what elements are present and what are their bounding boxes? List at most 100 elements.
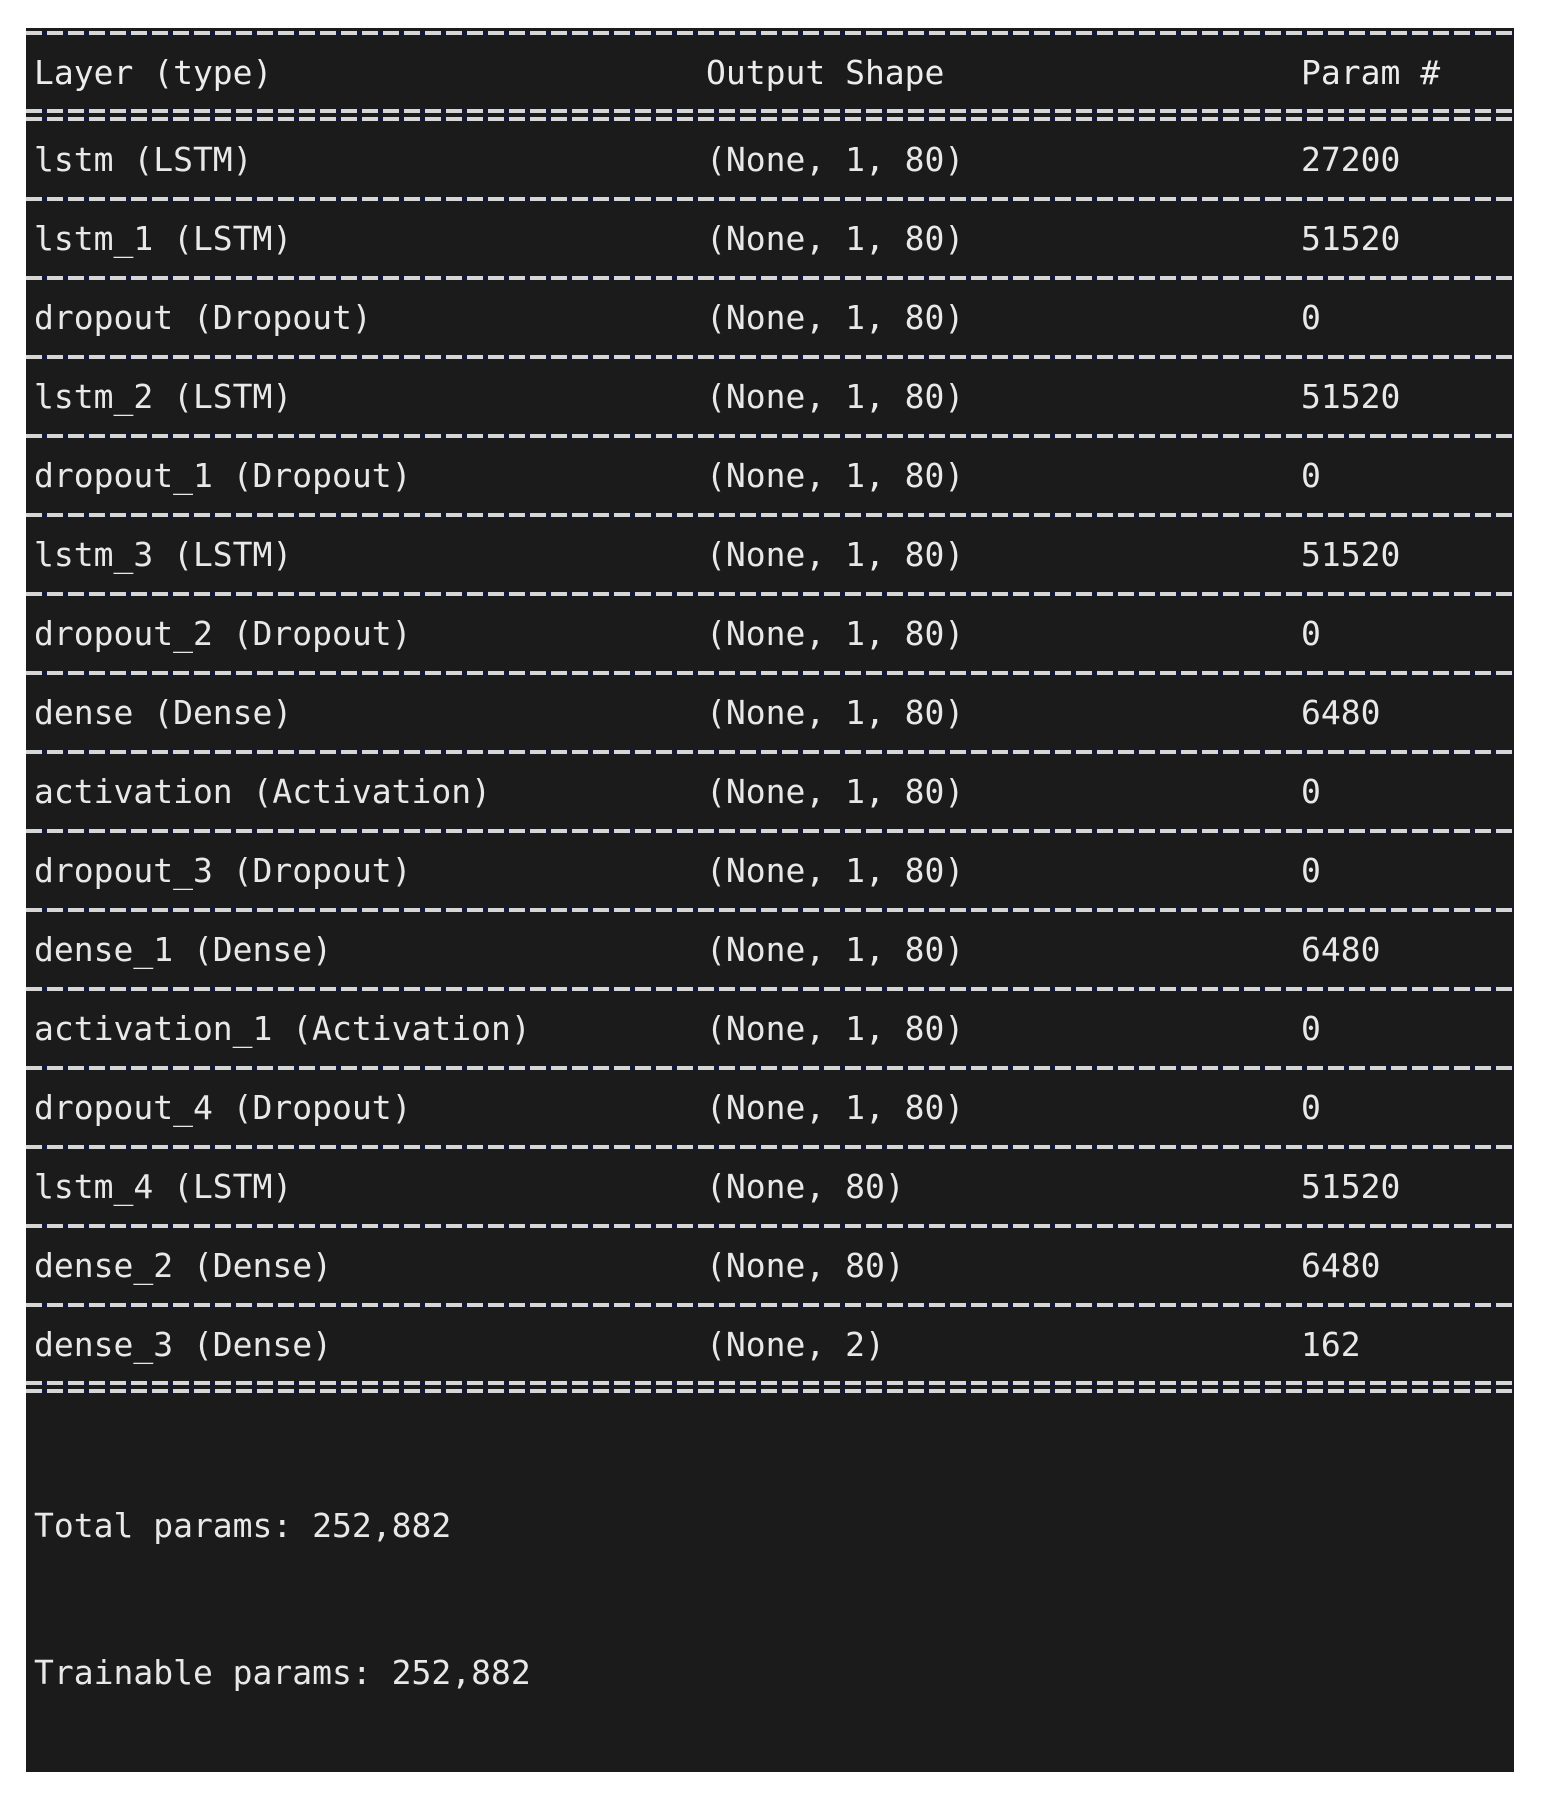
rule-segment bbox=[26, 109, 1513, 113]
cell-param-count: 51520 bbox=[1301, 1167, 1401, 1206]
rule-row-separator bbox=[26, 431, 1514, 441]
cell-output-shape: (None, 1, 80) bbox=[706, 614, 965, 653]
rule-segment bbox=[26, 1145, 1513, 1149]
cell-layer-type: dense_2 (Dense) bbox=[34, 1246, 333, 1285]
rule-row-separator bbox=[26, 1063, 1514, 1073]
rule-segment bbox=[26, 829, 1513, 833]
rule-segment bbox=[26, 197, 1513, 201]
cell-layer-type: dropout_3 (Dropout) bbox=[34, 851, 412, 890]
table-row: dropout_1 (Dropout) (None, 1, 80) 0 bbox=[26, 441, 1514, 510]
cell-layer-type: activation (Activation) bbox=[34, 772, 491, 811]
cell-layer-type: dense_1 (Dense) bbox=[34, 930, 333, 969]
rule-segment bbox=[26, 592, 1513, 596]
rule-segment bbox=[26, 1381, 1513, 1385]
cell-output-shape: (None, 80) bbox=[706, 1246, 905, 1285]
cell-output-shape: (None, 1, 80) bbox=[706, 298, 965, 337]
cell-output-shape: (None, 1, 80) bbox=[706, 1009, 965, 1048]
table-row: activation_1 (Activation) (None, 1, 80) 0 bbox=[26, 994, 1514, 1063]
cell-output-shape: (None, 2) bbox=[706, 1325, 885, 1364]
rule-segment bbox=[26, 276, 1513, 280]
table-row: lstm_1 (LSTM) (None, 1, 80) 51520 bbox=[26, 204, 1514, 273]
table-row: dense (Dense) (None, 1, 80) 6480 bbox=[26, 678, 1514, 747]
rule-segment bbox=[26, 1389, 1513, 1393]
cell-param-count: 51520 bbox=[1301, 219, 1401, 258]
rule-row-separator bbox=[26, 1142, 1514, 1152]
cell-param-count: 162 bbox=[1301, 1325, 1361, 1364]
rule-segment bbox=[26, 31, 1513, 35]
rule-row-separator bbox=[26, 668, 1514, 678]
column-header-layer: Layer (type) bbox=[34, 53, 273, 92]
table-row: dropout_2 (Dropout) (None, 1, 80) 0 bbox=[26, 599, 1514, 668]
column-header-param: Param # bbox=[1301, 53, 1441, 92]
table-row: lstm_3 (LSTM) (None, 1, 80) 51520 bbox=[26, 520, 1514, 589]
table-row: dense_2 (Dense) (None, 80) 6480 bbox=[26, 1231, 1514, 1300]
cell-output-shape: (None, 1, 80) bbox=[706, 219, 965, 258]
rule-segment bbox=[26, 908, 1513, 912]
rule-segment bbox=[26, 117, 1513, 121]
rule-header-separator bbox=[26, 107, 1514, 125]
rule-segment bbox=[26, 1303, 1513, 1307]
cell-param-count: 27200 bbox=[1301, 140, 1401, 179]
column-header-output-shape: Output Shape bbox=[706, 53, 945, 92]
cell-layer-type: dense (Dense) bbox=[34, 693, 293, 732]
rule-row-separator bbox=[26, 905, 1514, 915]
rule-row-separator bbox=[26, 510, 1514, 520]
terminal-output-panel: Layer (type) Output Shape Param # lstm (… bbox=[26, 28, 1514, 1772]
table-row: lstm_2 (LSTM) (None, 1, 80) 51520 bbox=[26, 362, 1514, 431]
rule-row-separator bbox=[26, 194, 1514, 204]
cell-param-count: 6480 bbox=[1301, 693, 1381, 732]
rule-segment bbox=[26, 434, 1513, 438]
cell-output-shape: (None, 1, 80) bbox=[706, 930, 965, 969]
cell-param-count: 0 bbox=[1301, 614, 1321, 653]
cell-layer-type: lstm_4 (LSTM) bbox=[34, 1167, 293, 1206]
cell-output-shape: (None, 1, 80) bbox=[706, 535, 965, 574]
rule-segment bbox=[26, 1224, 1513, 1228]
cell-param-count: 0 bbox=[1301, 1088, 1321, 1127]
rule-row-separator bbox=[26, 747, 1514, 757]
cell-layer-type: activation_1 (Activation) bbox=[34, 1009, 531, 1048]
trainable-params-line: Trainable params: 252,882 bbox=[34, 1653, 531, 1692]
cell-layer-type: dense_3 (Dense) bbox=[34, 1325, 333, 1364]
table-body: lstm (LSTM) (None, 1, 80) 27200 lstm_1 (LST… bbox=[26, 125, 1514, 1379]
cell-layer-type: dropout_2 (Dropout) bbox=[34, 614, 412, 653]
cell-param-count: 51520 bbox=[1301, 535, 1401, 574]
cell-output-shape: (None, 1, 80) bbox=[706, 693, 965, 732]
cell-output-shape: (None, 1, 80) bbox=[706, 140, 965, 179]
cell-param-count: 6480 bbox=[1301, 930, 1381, 969]
cell-param-count: 0 bbox=[1301, 772, 1321, 811]
cell-param-count: 6480 bbox=[1301, 1246, 1381, 1285]
table-row: dense_1 (Dense) (None, 1, 80) 6480 bbox=[26, 915, 1514, 984]
table-row: dropout_3 (Dropout) (None, 1, 80) 0 bbox=[26, 836, 1514, 905]
cell-layer-type: lstm_2 (LSTM) bbox=[34, 377, 293, 416]
cell-output-shape: (None, 1, 80) bbox=[706, 377, 965, 416]
cell-param-count: 0 bbox=[1301, 456, 1321, 495]
cell-param-count: 51520 bbox=[1301, 377, 1401, 416]
cell-output-shape: (None, 1, 80) bbox=[706, 851, 965, 890]
rule-segment bbox=[26, 671, 1513, 675]
rule-top bbox=[26, 28, 1514, 38]
rule-segment bbox=[26, 750, 1513, 754]
cell-output-shape: (None, 1, 80) bbox=[706, 1088, 965, 1127]
cell-layer-type: lstm_1 (LSTM) bbox=[34, 219, 293, 258]
cell-layer-type: dropout_4 (Dropout) bbox=[34, 1088, 412, 1127]
table-row: dropout_4 (Dropout) (None, 1, 80) 0 bbox=[26, 1073, 1514, 1142]
rule-row-separator bbox=[26, 352, 1514, 362]
cell-layer-type: lstm_3 (LSTM) bbox=[34, 535, 293, 574]
rule-row-separator bbox=[26, 273, 1514, 283]
table-row: dense_3 (Dense) (None, 2) 162 bbox=[26, 1310, 1514, 1379]
rule-segment bbox=[26, 513, 1513, 517]
total-params-line: Total params: 252,882 bbox=[34, 1506, 452, 1545]
cell-layer-type: dropout (Dropout) bbox=[34, 298, 372, 337]
cell-output-shape: (None, 1, 80) bbox=[706, 456, 965, 495]
cell-param-count: 0 bbox=[1301, 1009, 1321, 1048]
cell-param-count: 0 bbox=[1301, 851, 1321, 890]
rule-row-separator bbox=[26, 589, 1514, 599]
table-header-row: Layer (type) Output Shape Param # bbox=[26, 38, 1514, 107]
rule-segment bbox=[26, 987, 1513, 991]
rule-segment bbox=[26, 1066, 1513, 1070]
cell-output-shape: (None, 1, 80) bbox=[706, 772, 965, 811]
cell-param-count: 0 bbox=[1301, 298, 1321, 337]
cell-layer-type: lstm (LSTM) bbox=[34, 140, 253, 179]
table-row: lstm_4 (LSTM) (None, 80) 51520 bbox=[26, 1152, 1514, 1221]
table-row: lstm (LSTM) (None, 1, 80) 27200 bbox=[26, 125, 1514, 194]
